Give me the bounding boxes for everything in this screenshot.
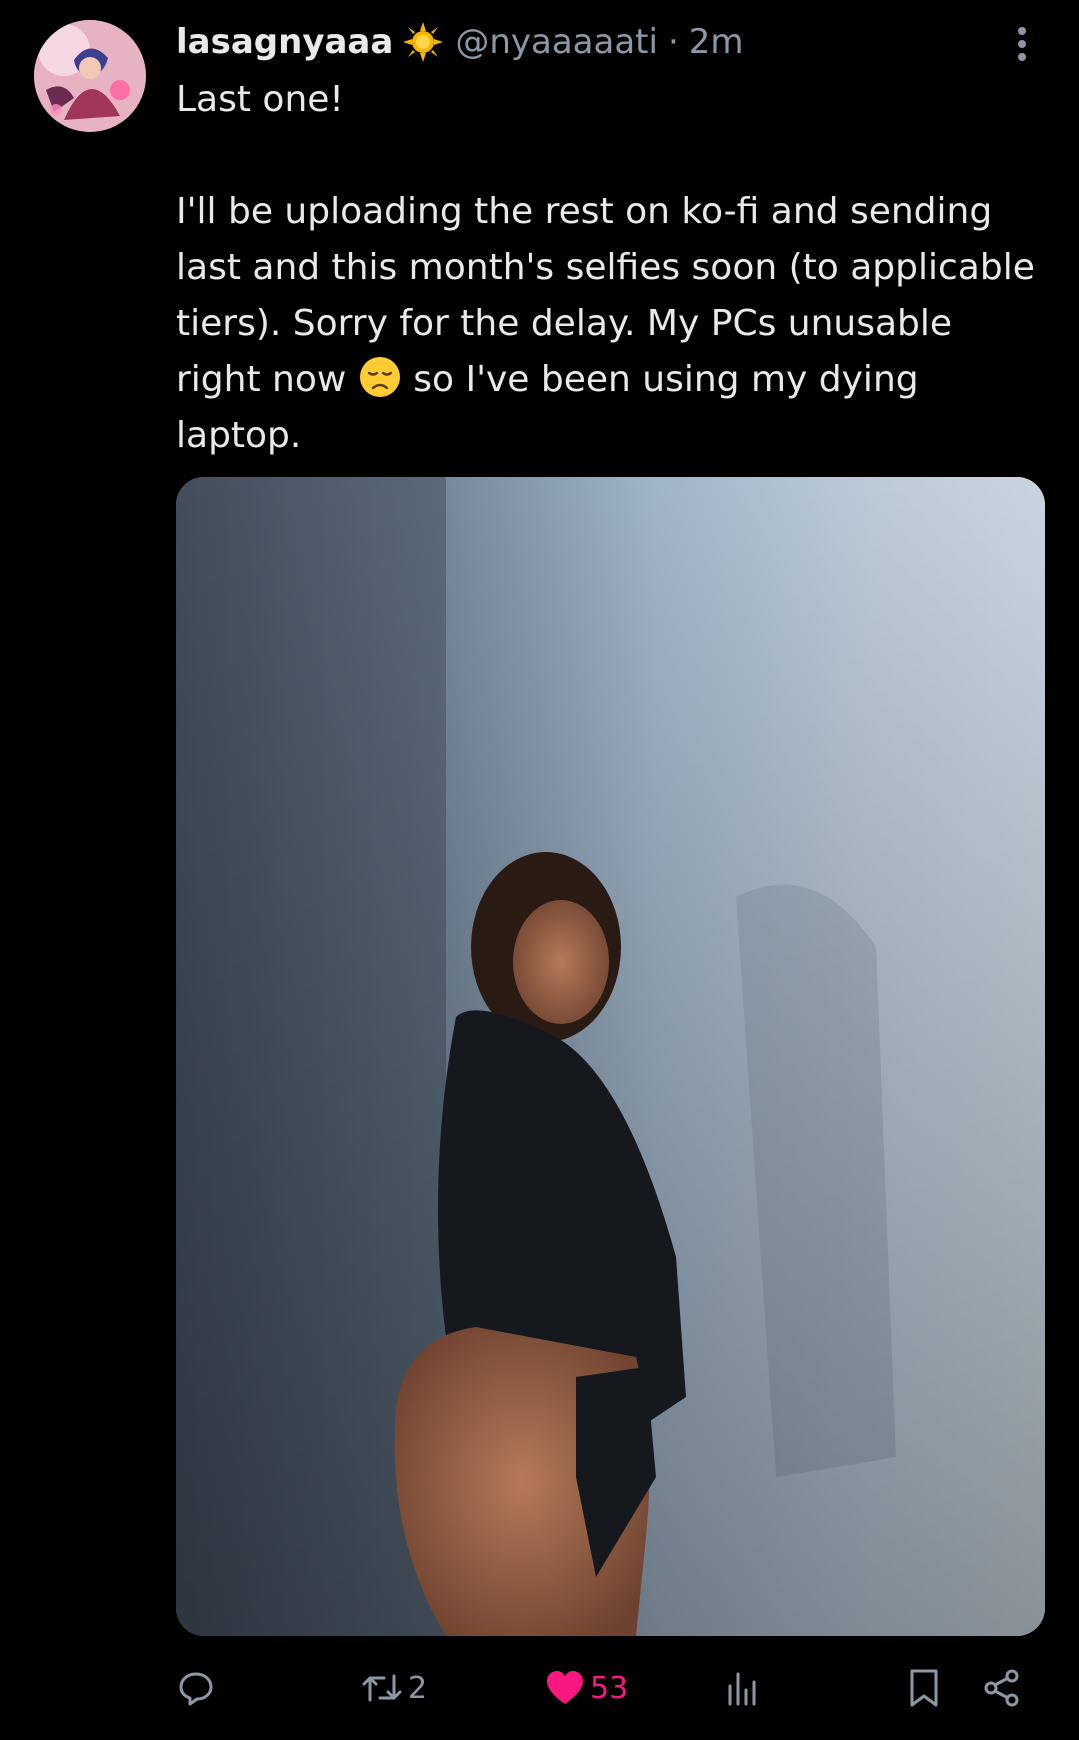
timestamp[interactable]: 2m — [689, 22, 744, 62]
tweet-text-line: Last one! — [176, 79, 344, 120]
retweet-icon — [362, 1674, 402, 1702]
user-handle[interactable]: @nyaaaaati — [455, 22, 658, 62]
tweet-text: Last one! I'll be uploading the rest on … — [176, 72, 1046, 464]
like-button[interactable]: 53 — [544, 1660, 628, 1716]
share-button[interactable] — [982, 1660, 1022, 1716]
retweet-count: 2 — [408, 1670, 428, 1706]
views-button[interactable] — [722, 1660, 766, 1716]
disappointed-face-emoji-icon — [358, 355, 402, 399]
tweet-actions: 2 53 — [176, 1660, 1046, 1716]
avatar-image — [34, 20, 146, 132]
retweet-button[interactable]: 2 — [360, 1660, 427, 1716]
reply-button[interactable] — [176, 1660, 220, 1716]
bookmark-icon — [910, 1669, 938, 1707]
heart-icon — [547, 1671, 583, 1704]
tweet-text-paragraph: I'll be uploading the rest on ko-fi and … — [176, 184, 1046, 464]
tweet-header: lasagnyaaa @nyaaaaati · 2m — [176, 18, 744, 66]
header-separator: · — [667, 22, 679, 62]
sun-badge-icon[interactable] — [401, 20, 445, 64]
views-icon — [728, 1672, 756, 1706]
photo-image — [176, 477, 1045, 1636]
bookmark-button[interactable] — [906, 1660, 942, 1716]
display-name[interactable]: lasagnyaaa — [176, 22, 393, 62]
tweet-photo[interactable] — [176, 477, 1045, 1636]
like-count: 53 — [590, 1670, 629, 1706]
avatar[interactable] — [34, 20, 146, 132]
share-icon — [984, 1669, 1019, 1707]
reply-icon — [179, 1672, 213, 1706]
more-vertical-icon[interactable] — [1010, 24, 1034, 64]
